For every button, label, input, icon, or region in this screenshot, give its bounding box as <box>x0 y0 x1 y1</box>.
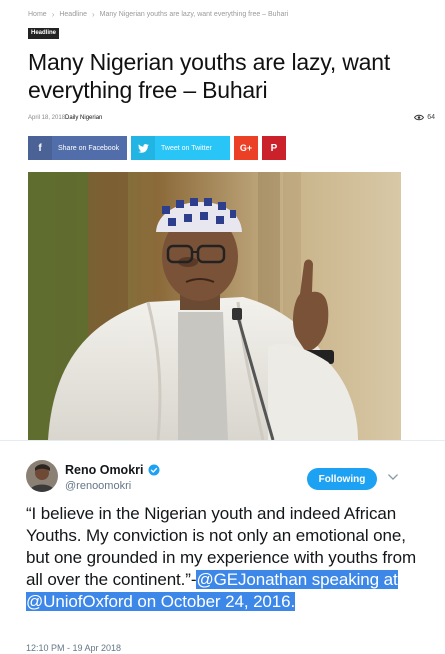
share-googleplus-button[interactable]: G+ <box>234 136 258 160</box>
share-twitter-button[interactable]: Tweet on Twitter <box>131 136 230 160</box>
share-twitter-label: Tweet on Twitter <box>161 144 212 152</box>
photo-of-man-icon <box>28 172 401 440</box>
breadcrumb-category[interactable]: Headline <box>59 11 87 18</box>
view-count: 64 <box>414 114 435 121</box>
chevron-down-icon[interactable] <box>388 473 398 481</box>
article-title: Many Nigerian youths are lazy, want ever… <box>28 49 391 103</box>
tweet-author-name-text: Reno Omokri <box>65 463 144 477</box>
article-date: April 18, 2018 <box>28 115 66 121</box>
eye-icon <box>414 114 425 121</box>
share-buttons: f Share on Facebook Tweet on Twitter G+ … <box>28 136 286 160</box>
avatar[interactable] <box>26 460 58 492</box>
breadcrumb: Home › Headline › Many Nigerian youths a… <box>28 10 288 19</box>
breadcrumb-separator-icon: › <box>51 10 55 19</box>
share-facebook-button[interactable]: f Share on Facebook <box>28 136 127 160</box>
following-button[interactable]: Following <box>307 468 377 490</box>
breadcrumb-current: Many Nigerian youths are lazy, want ever… <box>99 11 289 18</box>
article-section: Home › Headline › Many Nigerian youths a… <box>0 0 445 440</box>
tweet-timestamp[interactable]: 12:10 PM - 19 Apr 2018 <box>26 643 121 653</box>
breadcrumb-separator-icon: › <box>92 10 95 19</box>
verified-badge-icon <box>148 464 159 476</box>
facebook-icon: f <box>28 136 52 160</box>
article-meta: April 18, 2018Daily Nigerian <box>28 115 102 121</box>
twitter-bird-icon <box>131 136 155 160</box>
tweet-author-name[interactable]: Reno Omokri <box>65 463 160 477</box>
view-count-value: 64 <box>427 114 435 121</box>
profile-photo-icon <box>26 460 58 492</box>
category-badge[interactable]: Headline <box>28 28 60 39</box>
breadcrumb-home[interactable]: Home <box>28 11 47 18</box>
share-facebook-label: Share on Facebook <box>58 144 120 152</box>
article-author[interactable]: Daily Nigerian <box>65 115 102 121</box>
article-photo <box>28 172 401 440</box>
share-pinterest-button[interactable]: P <box>262 136 286 160</box>
tweet-author-handle[interactable]: @renoomokri <box>65 480 131 492</box>
tweet-text: “I believe in the Nigerian youth and ind… <box>26 503 421 613</box>
